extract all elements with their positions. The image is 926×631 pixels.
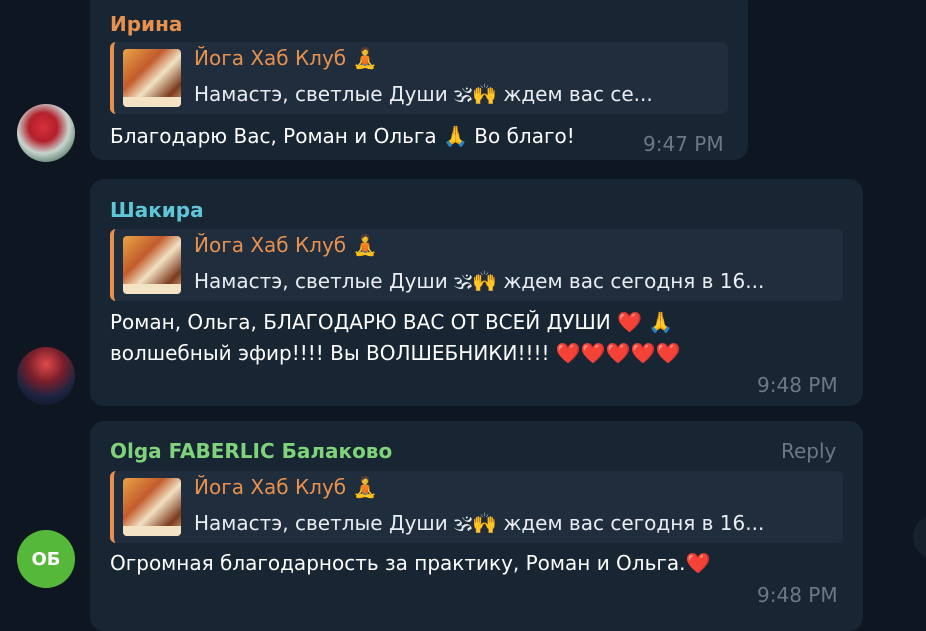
avatar[interactable]: ОБ (17, 530, 75, 588)
message-bubble[interactable]: Olga FABERLIC Балаково Reply Йога Хаб Кл… (90, 421, 863, 631)
quote-title: Йога Хаб Клуб 🧘 (194, 233, 378, 257)
quoted-message[interactable]: Йога Хаб Клуб 🧘 Намастэ, светлые Души 🕉🙌… (110, 471, 843, 543)
scroll-down-button[interactable] (913, 515, 926, 559)
sender-name[interactable]: Шакира (110, 198, 204, 222)
message-time: 9:47 PM (643, 132, 724, 156)
quote-text: Намастэ, светлые Души 🕉🙌 ждем вас сегодн… (194, 269, 765, 293)
quoted-message[interactable]: Йога Хаб Клуб 🧘 Намастэ, светлые Души 🕉🙌… (110, 229, 843, 301)
quoted-message[interactable]: Йога Хаб Клуб 🧘 Намастэ, светлые Души 🕉🙌… (110, 42, 728, 114)
message-time: 9:48 PM (757, 373, 838, 397)
quote-thumbnail (123, 478, 181, 536)
sender-name[interactable]: Olga FABERLIC Балаково (110, 439, 392, 463)
message-text: Благодарю Вас, Роман и Ольга 🙏 Во благо! (110, 124, 575, 148)
message-time: 9:48 PM (757, 583, 838, 607)
message-text-line-2: волшебный эфир!!!! Вы ВОЛШЕБНИКИ!!!! ❤️❤… (110, 341, 681, 365)
avatar-initials: ОБ (31, 548, 61, 570)
message-text-line-1: Роман, Ольга, БЛАГОДАРЮ ВАС ОТ ВСЕЙ ДУШИ… (110, 310, 674, 334)
quote-text: Намастэ, светлые Души 🕉🙌 ждем вас се... (194, 82, 653, 106)
message-text: Огромная благодарность за практику, Рома… (110, 551, 711, 575)
quote-thumbnail (123, 49, 181, 107)
message-bubble[interactable]: Ирина Йога Хаб Клуб 🧘 Намастэ, светлые Д… (90, 0, 748, 160)
message-bubble[interactable]: Шакира Йога Хаб Клуб 🧘 Намастэ, светлые … (90, 179, 863, 406)
sender-name[interactable]: Ирина (110, 12, 182, 36)
quote-title: Йога Хаб Клуб 🧘 (194, 46, 378, 70)
avatar[interactable] (17, 347, 75, 405)
quote-text: Намастэ, светлые Души 🕉🙌 ждем вас сегодн… (194, 511, 765, 535)
avatar[interactable] (17, 104, 75, 162)
quote-thumbnail (123, 236, 181, 294)
quote-title: Йога Хаб Клуб 🧘 (194, 475, 378, 499)
reply-button[interactable]: Reply (781, 439, 836, 463)
